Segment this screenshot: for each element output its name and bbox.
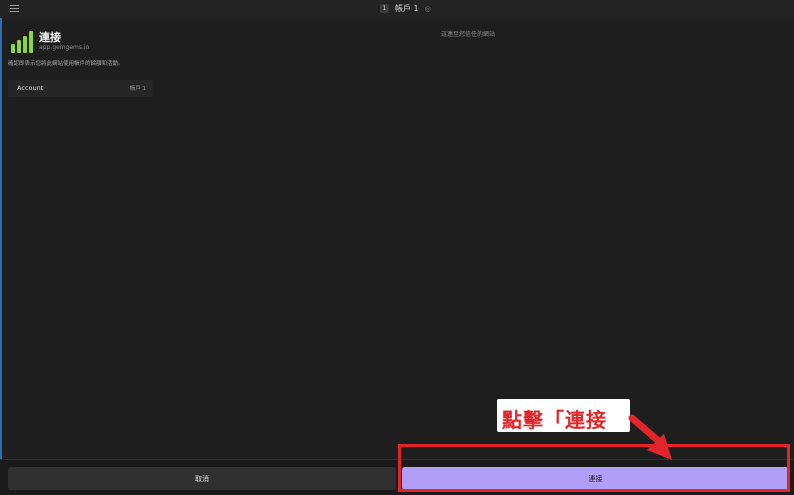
site-url: app.gemgems.io <box>39 44 90 51</box>
account-row-value: 帳戶 1 <box>129 86 146 92</box>
account-selector[interactable]: 1 帳戶 1 ◎ <box>380 3 431 14</box>
top-bar: 1 帳戶 1 ◎ <box>0 0 794 18</box>
cancel-button[interactable]: 取消 <box>8 467 396 490</box>
account-avatar: 1 <box>380 4 389 13</box>
app-logo-icon <box>11 31 34 53</box>
menu-icon[interactable] <box>10 5 19 13</box>
account-row[interactable]: Account 帳戶 1 <box>8 80 153 97</box>
trust-note: 這連至您信任的網站 <box>441 31 496 38</box>
chevron-icon: ◎ <box>424 4 431 13</box>
permission-description: 確認即表示您將此網站使用帳戶的餘額和活動。 <box>8 61 124 67</box>
account-name: 帳戶 1 <box>395 4 419 13</box>
account-row-label: Account <box>17 84 44 92</box>
page-title: 連接 <box>39 31 61 44</box>
highlight-box <box>398 444 790 492</box>
window-edge <box>0 0 2 494</box>
instruction-callout: 點擊「連接 <box>497 399 630 432</box>
arrow-icon <box>628 414 672 460</box>
callout-text: 點擊「連接 <box>502 408 607 432</box>
